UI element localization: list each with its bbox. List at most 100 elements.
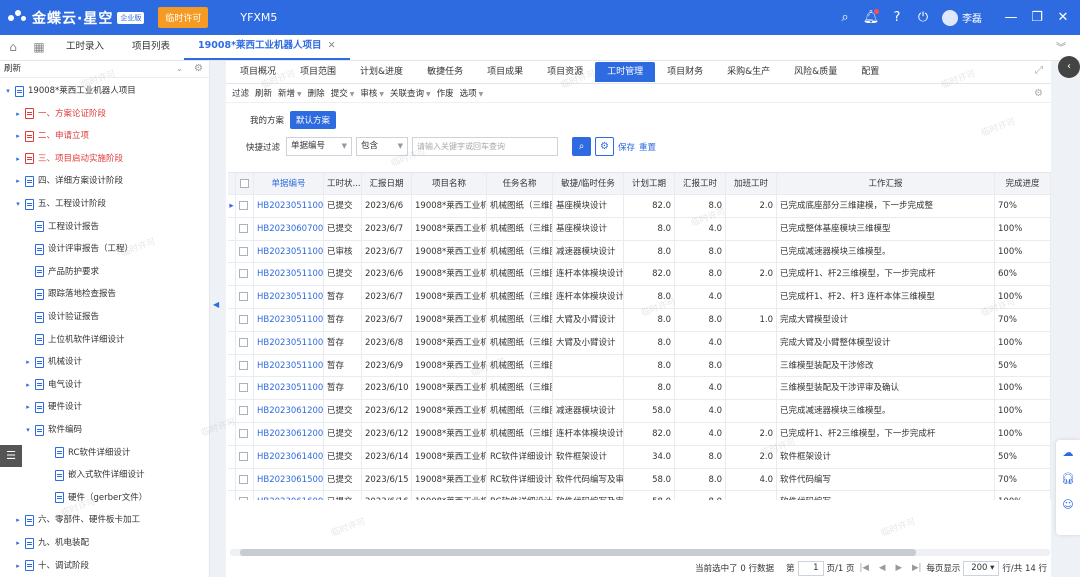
expand-icon[interactable]: ⤢ — [1035, 65, 1043, 76]
column-header[interactable]: 单据编号 — [254, 173, 324, 194]
menu-toggle-icon[interactable]: ☰ — [0, 445, 22, 467]
search-icon[interactable]: ⌕ — [832, 10, 858, 25]
table-row[interactable]: ▸ HB20230511000已提交2023/6/619008*莱西工业机器机械图… — [228, 195, 1051, 218]
module-tab[interactable]: 敏捷任务 — [415, 62, 475, 82]
bill-number-link[interactable]: HB20230616000 — [254, 491, 324, 500]
scheme-mine[interactable]: 我的方案 — [244, 111, 290, 129]
table-row[interactable]: HB20230511000暂存2023/6/719008*莱西工业机器机械图纸（… — [228, 309, 1051, 332]
scheme-default[interactable]: 默认方案 — [290, 111, 337, 129]
bill-number-link[interactable]: HB20230511000 — [254, 263, 324, 286]
module-tab[interactable]: 工时管理 — [595, 62, 656, 82]
module-tab[interactable]: 项目资源 — [535, 62, 595, 82]
tree-node[interactable]: ▸ 九、机电装配 — [0, 532, 89, 554]
reset-filter-link[interactable]: 重置 — [639, 141, 656, 153]
user-name[interactable]: 李磊 — [962, 10, 982, 25]
tree-node[interactable]: 嵌入式软件详细设计 — [0, 464, 145, 486]
tree-node[interactable]: ▾ 五、工程设计阶段 — [0, 193, 106, 215]
select-all-checkbox[interactable] — [236, 173, 254, 194]
tree-expand-icon[interactable]: ▸ — [14, 509, 22, 531]
checkbox-icon[interactable] — [239, 383, 248, 393]
row-checkbox[interactable] — [236, 195, 254, 217]
module-tab[interactable]: 项目范围 — [288, 62, 348, 82]
apps-grid-icon[interactable]: ▦ — [26, 34, 52, 60]
tree-expand-icon[interactable]: ▾ — [14, 193, 22, 215]
checkbox-icon[interactable] — [239, 497, 248, 500]
column-header[interactable]: 计划工期 — [624, 173, 675, 194]
tree-node[interactable]: ▸ 四、详细方案设计阶段 — [0, 170, 123, 192]
table-row[interactable]: HB20230511001暂存2023/6/1019008*莱西工业机器机械图纸… — [228, 377, 1051, 401]
table-row[interactable]: HB20230615000已提交2023/6/1519008*莱西工业机器RC软… — [228, 468, 1051, 492]
horizontal-scrollbar[interactable] — [230, 549, 1050, 556]
table-row[interactable]: HB20230612001已提交2023/6/1219008*莱西工业机器机械图… — [228, 423, 1051, 446]
toolbar-button[interactable]: 选项 ▼ — [460, 87, 484, 99]
tree-expand-icon[interactable]: ▸ — [24, 351, 32, 373]
column-header[interactable]: 工时状... — [324, 173, 362, 194]
checkbox-icon[interactable] — [239, 451, 248, 461]
toolbar-button[interactable]: 删除 — [308, 87, 325, 99]
sidebar-collapse-arrow-icon[interactable]: ◀ — [213, 300, 219, 309]
tree-expand-icon[interactable]: ▸ — [14, 170, 22, 192]
row-checkbox[interactable] — [236, 240, 254, 263]
column-header[interactable]: 加班工时 — [726, 173, 777, 194]
tree-expand-icon[interactable]: ▾ — [4, 80, 12, 102]
row-checkbox[interactable] — [236, 468, 254, 491]
tree-node[interactable]: 设计评审报告（工程） — [0, 238, 133, 260]
column-header[interactable]: 完成进度 — [995, 173, 1051, 194]
chevron-double-down-icon[interactable]: ︾ — [1056, 39, 1066, 54]
tree-expand-icon[interactable]: ▸ — [14, 532, 22, 554]
gear-icon[interactable]: ⚙ — [194, 60, 203, 77]
page-size-select[interactable]: 200 ▾ — [963, 560, 1000, 576]
headset-icon[interactable]: 🎧︎ — [1056, 466, 1080, 492]
column-header[interactable]: 项目名称 — [412, 173, 487, 194]
gear-icon[interactable]: ⚙ — [1034, 88, 1043, 99]
row-checkbox[interactable] — [236, 400, 254, 422]
tree-node[interactable]: ▸ 硬件设计 — [0, 396, 82, 418]
help-icon[interactable]: ? — [884, 10, 910, 25]
checkbox-icon[interactable] — [239, 429, 248, 438]
tab-project-list[interactable]: 项目列表 — [118, 34, 184, 60]
tree-node[interactable]: 上位机软件详细设计 — [0, 329, 125, 351]
toolbar-button[interactable]: 新增 ▼ — [278, 87, 302, 99]
tree-expand-icon[interactable]: ▸ — [14, 103, 22, 125]
tab-close-icon[interactable]: ✕ — [328, 40, 336, 51]
column-header[interactable]: 汇报日期 — [362, 173, 412, 194]
table-row[interactable]: HB20230511000已提交2023/6/619008*莱西工业机器机械图纸… — [228, 263, 1051, 287]
tree-expand-icon[interactable]: ▾ — [24, 419, 32, 441]
tree-node[interactable]: ▸ 电气设计 — [0, 374, 82, 396]
row-checkbox[interactable] — [236, 309, 254, 331]
tree-node[interactable]: ▸ 机械设计 — [0, 351, 82, 373]
row-checkbox[interactable] — [236, 286, 254, 308]
chevron-down-icon[interactable]: ⌄ — [176, 61, 183, 78]
power-icon[interactable]: ⏻ — [910, 10, 936, 25]
bill-number-link[interactable]: HB20230511000 — [254, 309, 324, 331]
row-checkbox[interactable] — [236, 263, 254, 286]
checkbox-icon[interactable] — [239, 337, 248, 347]
column-header[interactable]: 敏捷/临时任务 — [553, 173, 624, 194]
row-checkbox[interactable] — [236, 377, 254, 400]
toolbar-button[interactable]: 过滤 — [232, 87, 249, 99]
filter-field-select[interactable]: 单据编号 ▼ — [286, 137, 353, 156]
tree-node[interactable]: 产品防护要求 — [0, 261, 99, 283]
home-icon[interactable]: ⌂ — [0, 34, 26, 60]
bill-number-link[interactable]: HB20230511000 — [254, 286, 324, 308]
table-row[interactable]: HB20230612001已提交2023/6/1219008*莱西工业机器机械图… — [228, 400, 1051, 423]
row-checkbox[interactable] — [236, 491, 254, 500]
tree-expand-icon[interactable]: ▸ — [14, 125, 22, 147]
checkbox-icon[interactable] — [239, 201, 248, 210]
checkbox-icon[interactable] — [239, 292, 248, 302]
module-tab[interactable]: 计划&进度 — [348, 62, 415, 82]
bill-number-link[interactable]: HB20230511000 — [254, 331, 324, 354]
table-row[interactable]: HB20230511000暂存2023/6/719008*莱西工业机器机械图纸（… — [228, 286, 1051, 309]
avatar[interactable] — [942, 9, 958, 26]
row-checkbox[interactable] — [236, 354, 254, 377]
column-header[interactable]: 工作汇报 — [777, 173, 995, 194]
scrollbar-thumb[interactable] — [240, 549, 916, 556]
tree-node[interactable]: ▸ 一、方案论证阶段 — [0, 103, 106, 125]
module-tab[interactable]: 风险&质量 — [782, 62, 849, 82]
module-tab[interactable]: 项目成果 — [475, 62, 535, 82]
tree-expand-icon[interactable]: ▸ — [14, 555, 22, 577]
row-checkbox[interactable] — [236, 331, 254, 354]
table-row[interactable]: HB20230614000已提交2023/6/1419008*莱西工业机器RC软… — [228, 445, 1051, 469]
table-row[interactable]: HB20230511000已审核2023/6/719008*莱西工业机器机械图纸… — [228, 240, 1051, 264]
checkbox-icon[interactable] — [240, 179, 249, 188]
